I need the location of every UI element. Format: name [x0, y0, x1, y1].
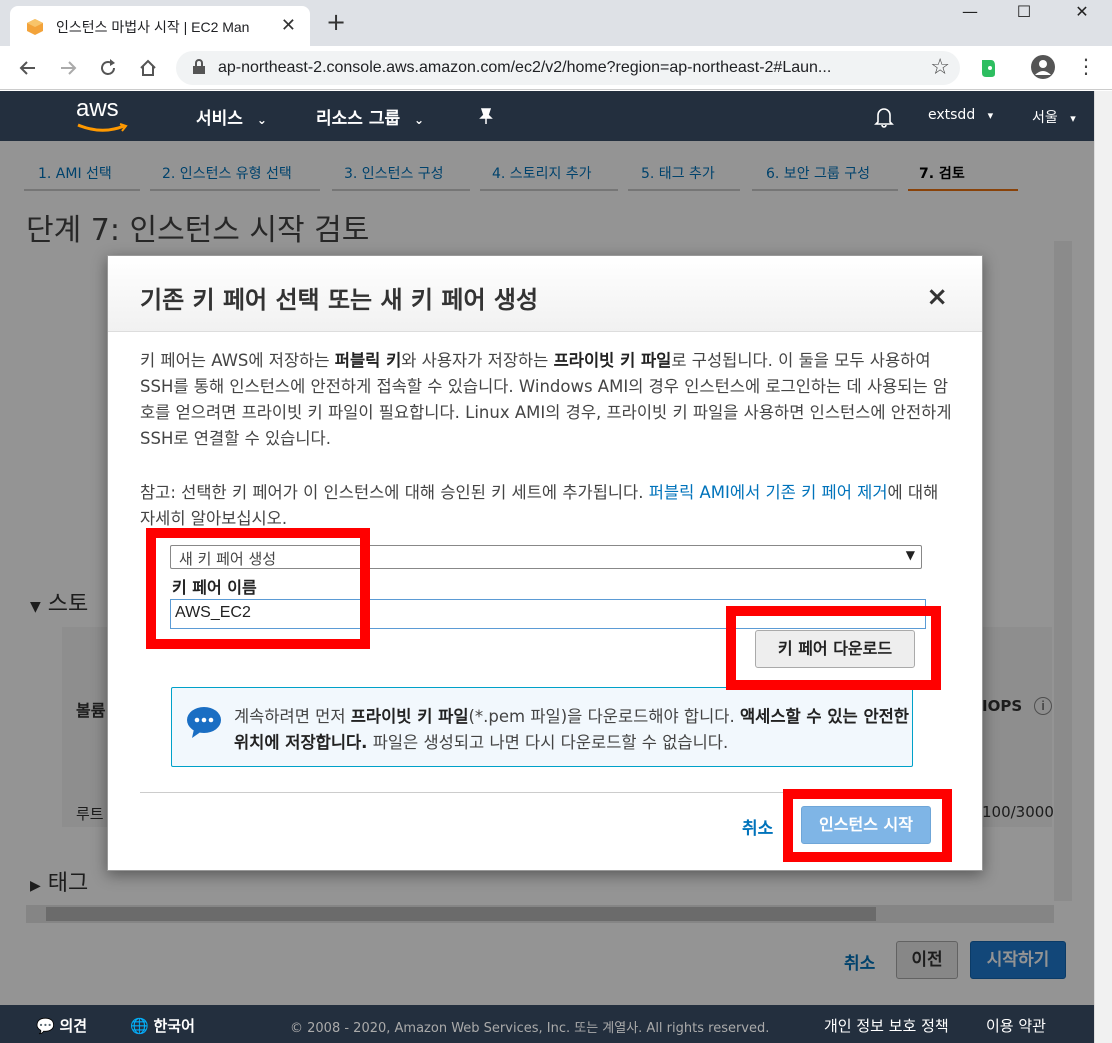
- tab-title: 인스턴스 마법사 시작 | EC2 Man: [56, 19, 250, 35]
- highlight-download-button: [726, 606, 941, 690]
- profile-avatar-icon[interactable]: [1030, 54, 1056, 80]
- chevron-down-icon: ▾: [1070, 112, 1076, 125]
- window-close-button[interactable]: ✕: [1062, 2, 1102, 26]
- new-tab-button[interactable]: +: [326, 8, 346, 36]
- info-alert: 계속하려면 먼저 프라이빗 키 파일(*.pem 파일)을 다운로드해야 합니다…: [171, 687, 913, 767]
- key-pair-description: 키 페어는 AWS에 저장하는 퍼블릭 키와 사용자가 저장하는 프라이빗 키 …: [140, 348, 952, 452]
- privacy-link[interactable]: 개인 정보 보호 정책: [824, 1015, 949, 1036]
- speech-bubble-icon: 💬: [36, 1017, 55, 1035]
- language-label: 한국어: [153, 1017, 195, 1035]
- chevron-down-icon: ▾: [987, 109, 994, 122]
- info-text: 계속하려면 먼저: [234, 707, 351, 726]
- remove-key-pair-link[interactable]: 퍼블릭 AMI에서 기존 키 페어 제거: [649, 483, 888, 502]
- desc-text: 와 사용자가 저장하는: [401, 351, 554, 370]
- resource-groups-menu[interactable]: 리소스 그룹 ⌄: [316, 104, 424, 129]
- feedback-label: 의견: [59, 1017, 88, 1035]
- lock-icon: [193, 59, 205, 74]
- tab-close-icon[interactable]: ✕: [281, 15, 296, 36]
- aws-footer: 💬 의견 🌐 한국어 © 2008 - 2020, Amazon Web Ser…: [0, 1005, 1094, 1043]
- dropdown-arrow-icon: ▼: [905, 548, 915, 562]
- copyright-text: © 2008 - 2020, Amazon Web Services, Inc.…: [290, 1021, 770, 1036]
- window-scrollbar[interactable]: [1094, 91, 1112, 1043]
- language-selector[interactable]: 🌐 한국어: [130, 1015, 195, 1036]
- aws-smile-icon: [77, 123, 128, 132]
- note-text: 참고: 선택한 키 페어가 이 인스턴스에 대해 승인된 키 세트에 추가됩니다…: [140, 483, 649, 502]
- key-pair-note: 참고: 선택한 키 페어가 이 인스턴스에 대해 승인된 키 세트에 추가됩니다…: [140, 480, 952, 532]
- evernote-extension-icon[interactable]: [976, 56, 1000, 80]
- info-text: 파일은 생성되고 나면 다시 다운로드할 수 없습니다.: [367, 733, 729, 752]
- info-text: (*.pem 파일)을 다운로드해야 합니다.: [468, 707, 740, 726]
- modal-cancel-link[interactable]: 취소: [742, 814, 773, 839]
- aws-console-header: aws 서비스 ⌄ 리소스 그룹 ⌄ extsdd ▾ 서울 ▾: [0, 91, 1094, 141]
- bell-icon[interactable]: [874, 106, 894, 128]
- modal-title: 기존 키 페어 선택 또는 새 키 페어 생성: [140, 286, 539, 314]
- url-text: ap-northeast-2.console.aws.amazon.com/ec…: [218, 59, 832, 76]
- globe-icon: 🌐: [130, 1017, 149, 1035]
- minimize-button[interactable]: —: [950, 2, 990, 26]
- info-bold: 프라이빗 키 파일: [350, 707, 469, 726]
- highlight-launch-instance: [783, 789, 952, 862]
- maximize-button[interactable]: ☐: [1004, 2, 1044, 26]
- aws-logo[interactable]: aws: [76, 95, 119, 123]
- chevron-down-icon: ⌄: [414, 113, 425, 127]
- feedback-link[interactable]: 💬 의견: [36, 1015, 87, 1036]
- services-menu[interactable]: 서비스 ⌄: [196, 104, 267, 129]
- terms-link[interactable]: 이용 약관: [986, 1015, 1046, 1036]
- modal-header: 기존 키 페어 선택 또는 새 키 페어 생성 ×: [108, 256, 982, 332]
- chat-bubble-icon: [187, 707, 221, 738]
- reload-icon[interactable]: [98, 58, 118, 78]
- desc-bold: 프라이빗 키 파일: [553, 351, 672, 370]
- omnibox[interactable]: ap-northeast-2.console.aws.amazon.com/ec…: [176, 51, 960, 85]
- services-label: 서비스: [196, 109, 243, 129]
- highlight-key-pair-name: [146, 528, 370, 649]
- account-name: extsdd: [928, 107, 976, 123]
- bookmark-star-icon[interactable]: ☆: [930, 55, 950, 80]
- address-bar: ap-northeast-2.console.aws.amazon.com/ec…: [0, 46, 1112, 90]
- forward-icon[interactable]: [58, 58, 78, 78]
- region-name: 서울: [1032, 110, 1058, 126]
- account-menu[interactable]: extsdd ▾: [928, 107, 993, 123]
- browser-menu-icon[interactable]: ⋮: [1076, 54, 1096, 78]
- browser-tab[interactable]: 인스턴스 마법사 시작 | EC2 Man ✕: [10, 6, 310, 46]
- region-menu[interactable]: 서울 ▾: [1032, 107, 1076, 127]
- desc-bold: 퍼블릭 키: [334, 351, 402, 370]
- aws-favicon-icon: [27, 19, 43, 35]
- info-alert-text: 계속하려면 먼저 프라이빗 키 파일(*.pem 파일)을 다운로드해야 합니다…: [234, 704, 912, 756]
- close-icon[interactable]: ×: [926, 282, 948, 312]
- back-icon[interactable]: [18, 58, 38, 78]
- desc-text: 키 페어는 AWS에 저장하는: [140, 351, 335, 370]
- resource-groups-label: 리소스 그룹: [316, 109, 401, 129]
- pin-icon[interactable]: [478, 107, 494, 125]
- browser-tab-bar: 인스턴스 마법사 시작 | EC2 Man ✕ + — ☐ ✕: [0, 0, 1112, 46]
- chevron-down-icon: ⌄: [256, 113, 267, 127]
- home-icon[interactable]: [138, 58, 158, 78]
